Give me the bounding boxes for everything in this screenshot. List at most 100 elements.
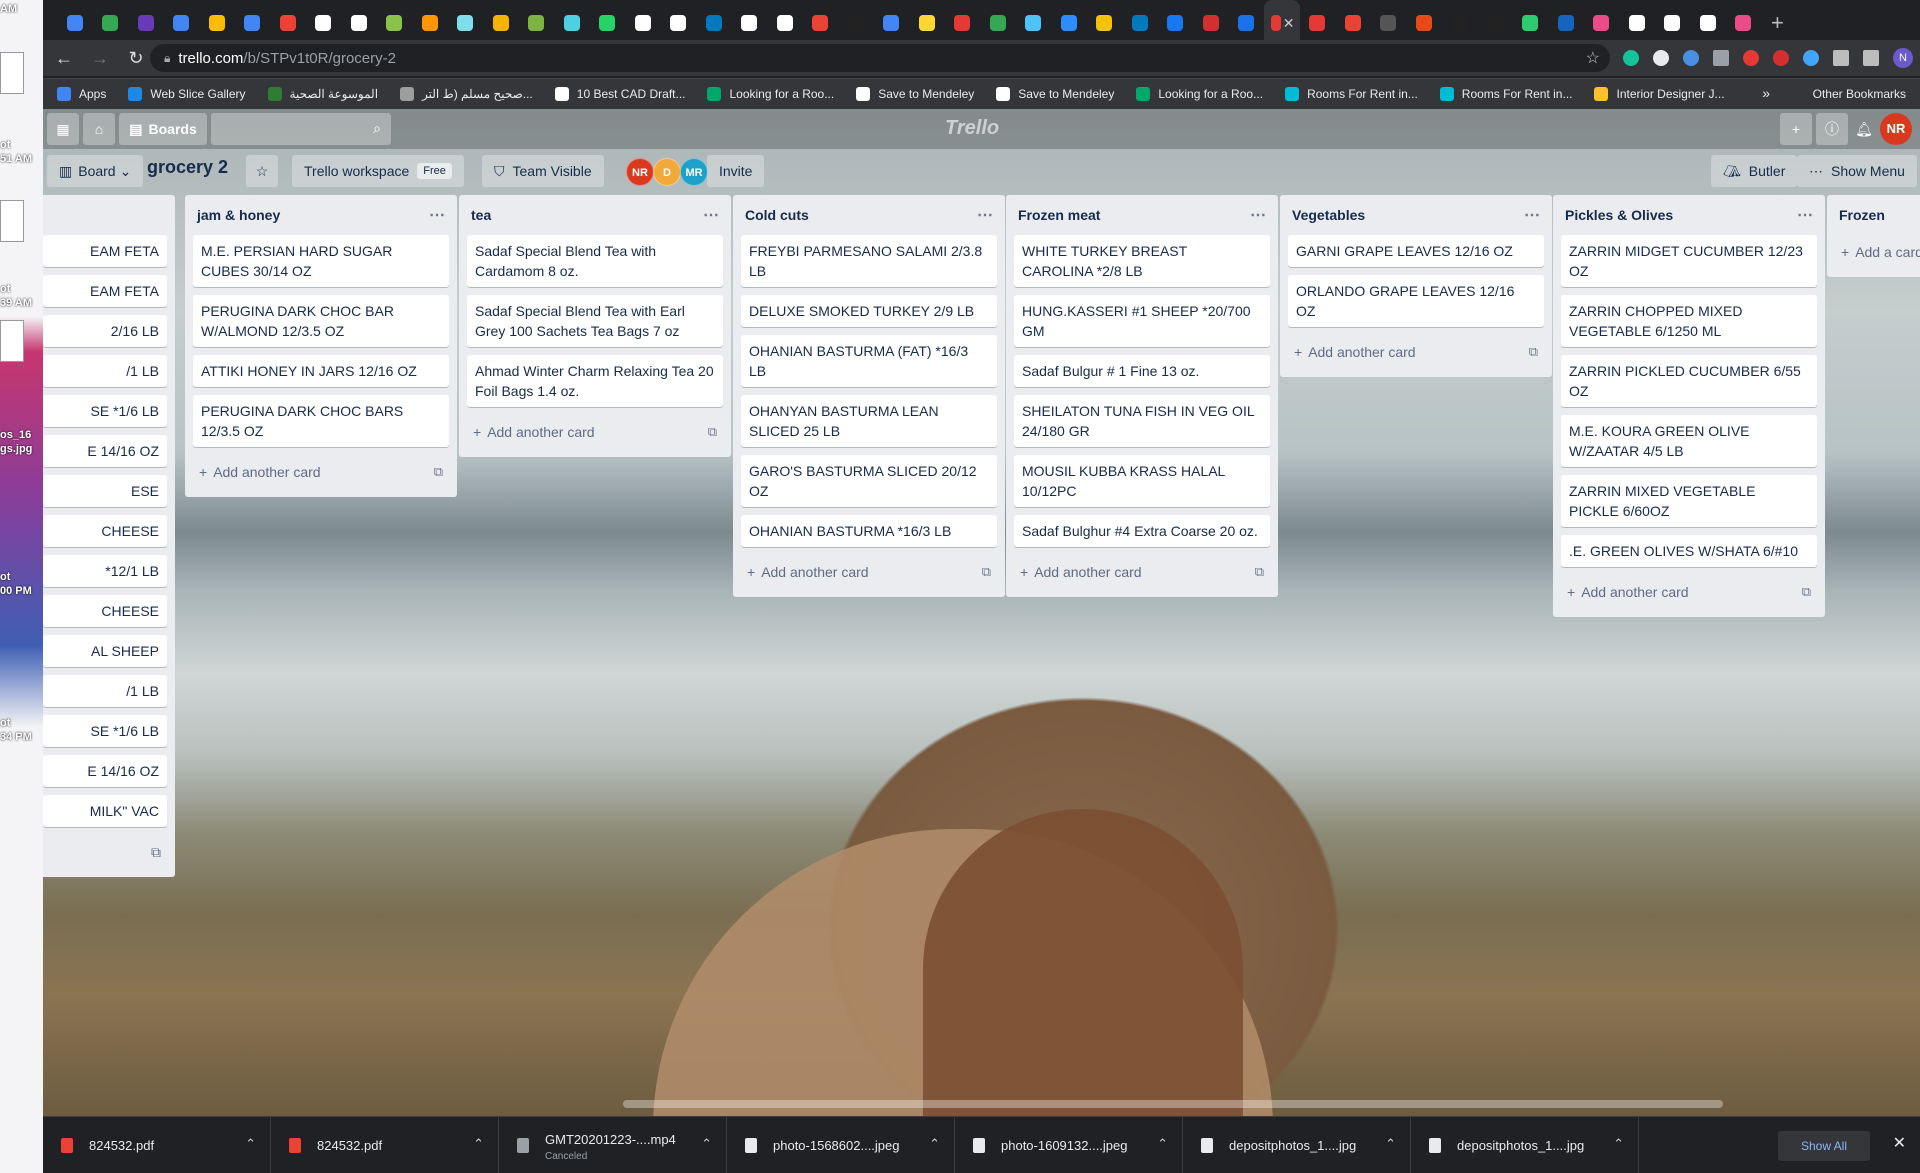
card[interactable]: E 14/16 OZ xyxy=(43,755,167,787)
vpn-icon[interactable] xyxy=(1743,50,1759,66)
card[interactable]: PERUGINA DARK CHOC BAR W/ALMOND 12/3.5 O… xyxy=(193,295,449,347)
bookmark-item[interactable]: Save to Mendeley xyxy=(856,87,974,101)
close-icon[interactable]: ✕ xyxy=(1893,1133,1906,1153)
grammarly-icon[interactable] xyxy=(1623,50,1639,66)
chevron-up-icon[interactable]: ⌃ xyxy=(245,1136,256,1152)
card-template-icon[interactable]: ⧉ xyxy=(43,835,167,869)
add-card-button[interactable]: + Add another card ⧉ xyxy=(1014,555,1270,589)
cloud-icon[interactable] xyxy=(1803,50,1819,66)
card[interactable]: SHEILATON TUNA FISH IN VEG OIL 24/180 GR xyxy=(1014,395,1270,447)
back-icon[interactable]: ← xyxy=(49,48,79,69)
card-template-icon[interactable]: ⧉ xyxy=(1802,584,1811,600)
card[interactable]: ESE xyxy=(43,475,167,507)
card[interactable]: EAM FETA xyxy=(43,235,167,267)
search-input[interactable]: ⌕ xyxy=(211,113,391,145)
add-card-button[interactable]: + Add another card ⧉ xyxy=(1561,575,1817,609)
card[interactable]: ZARRIN MIDGET CUCUMBER 12/23 OZ xyxy=(1561,235,1817,287)
card[interactable]: DELUXE SMOKED TURKEY 2/9 LB xyxy=(741,295,997,327)
card[interactable]: EAM FETA xyxy=(43,275,167,307)
bookmark-item[interactable]: Looking for a Roo... xyxy=(707,87,834,101)
card[interactable]: PERUGINA DARK CHOC BARS 12/3.5 OZ xyxy=(193,395,449,447)
card[interactable]: CHEESE xyxy=(43,515,167,547)
chevron-up-icon[interactable]: ⌃ xyxy=(701,1136,712,1152)
new-tab-icon[interactable]: + xyxy=(1771,10,1784,36)
card[interactable]: ATTIKI HONEY IN JARS 12/16 OZ xyxy=(193,355,449,387)
star-board-icon[interactable]: ☆ xyxy=(246,155,278,187)
chevron-up-icon[interactable]: ⌃ xyxy=(1385,1136,1396,1152)
desktop-file-label[interactable]: AM xyxy=(0,2,43,16)
workspace-button[interactable]: Trello workspace Free xyxy=(292,155,464,187)
card[interactable]: MILK" VAC xyxy=(43,795,167,827)
shield-icon[interactable] xyxy=(1683,50,1699,66)
user-avatar[interactable]: NR xyxy=(1880,113,1912,145)
apps-grid-icon[interactable]: ▦ xyxy=(47,113,79,145)
butler-button[interactable]: ⛺︎ Butler xyxy=(1711,155,1798,187)
card[interactable]: Sadaf Bulgur # 1 Fine 13 oz. xyxy=(1014,355,1270,387)
desktop-file-thumbnail[interactable] xyxy=(0,200,24,242)
add-card-button[interactable]: + Add another card ⧉ xyxy=(1288,335,1544,369)
home-icon[interactable]: ⌂ xyxy=(83,113,115,145)
download-item[interactable]: 824532.pdf ⌃ xyxy=(271,1116,499,1173)
download-item[interactable]: depositphotos_1....jpg ⌃ xyxy=(1183,1116,1411,1173)
card-template-icon[interactable]: ⧉ xyxy=(434,464,443,480)
card[interactable]: AL SHEEP xyxy=(43,635,167,667)
download-item[interactable]: 824532.pdf ⌃ xyxy=(43,1116,271,1173)
card[interactable]: M.E. KOURA GREEN OLIVE W/ZAATAR 4/5 LB xyxy=(1561,415,1817,467)
show-menu-button[interactable]: ⋯ Show Menu xyxy=(1797,155,1917,187)
bell-icon[interactable]: 🔔︎ xyxy=(1852,113,1876,145)
card-template-icon[interactable]: ⧉ xyxy=(708,424,717,440)
card[interactable]: *12/1 LB xyxy=(43,555,167,587)
member-avatar[interactable]: D xyxy=(653,158,681,186)
reading-list-icon[interactable] xyxy=(1863,50,1879,66)
chevron-up-icon[interactable]: ⌃ xyxy=(929,1136,940,1152)
bookmark-item[interactable]: Save to Mendeley xyxy=(996,87,1114,101)
list-title[interactable]: Frozen xyxy=(1839,207,1885,223)
card[interactable]: 2/16 LB xyxy=(43,315,167,347)
card[interactable]: Sadaf Special Blend Tea with Cardamom 8 … xyxy=(467,235,723,287)
card[interactable]: /1 LB xyxy=(43,355,167,387)
desktop-file-thumbnail[interactable] xyxy=(0,320,24,362)
tab-close-icon[interactable]: ✕ xyxy=(1283,15,1295,31)
card[interactable]: OHANIAN BASTURMA (FAT) *16/3 LB xyxy=(741,335,997,387)
desktop-file-label[interactable]: ot 39 AM xyxy=(0,282,43,310)
card-template-icon[interactable]: ⧉ xyxy=(1255,564,1264,580)
card[interactable]: ZARRIN MIXED VEGETABLE PICKLE 6/60OZ xyxy=(1561,475,1817,527)
play-icon[interactable] xyxy=(1653,50,1669,66)
card[interactable]: ZARRIN PICKLED CUCUMBER 6/55 OZ xyxy=(1561,355,1817,407)
invite-button[interactable]: Invite xyxy=(707,155,765,187)
horizontal-scrollbar[interactable] xyxy=(623,1100,1723,1108)
card[interactable]: .E. GREEN OLIVES W/SHATA 6/#10 xyxy=(1561,535,1817,567)
card[interactable]: WHITE TURKEY BREAST CAROLINA *2/8 LB xyxy=(1014,235,1270,287)
list-menu-icon[interactable]: ⋯ xyxy=(703,205,719,225)
reload-icon[interactable]: ↻ xyxy=(121,48,151,69)
list-title[interactable]: jam & honey xyxy=(197,207,280,223)
add-card-button[interactable]: + Add a card xyxy=(1835,235,1920,269)
boards-button[interactable]: ▤ Boards xyxy=(119,113,207,145)
show-all-button[interactable]: Show All xyxy=(1778,1131,1870,1161)
download-item[interactable]: GMT20201223-....mp4 Canceled ⌃ xyxy=(499,1116,727,1173)
card[interactable]: FREYBI PARMESANO SALAMI 2/3.8 LB xyxy=(741,235,997,287)
card[interactable]: Sadaf Special Blend Tea with Earl Grey 1… xyxy=(467,295,723,347)
bookmark-item[interactable]: Interior Designer J... xyxy=(1594,87,1725,101)
chevron-up-icon[interactable]: ⌃ xyxy=(1613,1136,1624,1152)
card[interactable]: ZARRIN CHOPPED MIXED VEGETABLE 6/1250 ML xyxy=(1561,295,1817,347)
adblock-icon[interactable] xyxy=(1773,50,1789,66)
bookmark-item[interactable]: Web Slice Gallery xyxy=(128,87,246,101)
card[interactable]: Sadaf Bulghur #4 Extra Coarse 20 oz. xyxy=(1014,515,1270,547)
desktop-file-label[interactable]: os_16 gs.jpg xyxy=(0,428,43,456)
trello-logo[interactable]: Trello xyxy=(945,117,999,140)
bookmarks-overflow-icon[interactable]: » xyxy=(1762,85,1770,101)
list-menu-icon[interactable]: ⋯ xyxy=(977,205,993,225)
list-title[interactable]: Cold cuts xyxy=(745,207,809,223)
card[interactable]: HUNG.KASSERI #1 SHEEP *20/700 GM xyxy=(1014,295,1270,347)
download-item[interactable]: photo-1609132....jpeg ⌃ xyxy=(955,1116,1183,1173)
chevron-up-icon[interactable]: ⌃ xyxy=(473,1136,484,1152)
card[interactable]: Ahmad Winter Charm Relaxing Tea 20 Foil … xyxy=(467,355,723,407)
card[interactable]: ORLANDO GRAPE LEAVES 12/16 OZ xyxy=(1288,275,1544,327)
desktop-file-label[interactable]: ot 34 PM xyxy=(0,716,43,744)
add-card-button[interactable]: + Add another card ⧉ xyxy=(741,555,997,589)
list-title[interactable]: Pickles & Olives xyxy=(1565,207,1673,223)
board-title[interactable]: grocery 2 xyxy=(147,157,228,178)
puzzle-icon[interactable] xyxy=(1713,50,1729,66)
card-template-icon[interactable]: ⧉ xyxy=(1529,344,1538,360)
